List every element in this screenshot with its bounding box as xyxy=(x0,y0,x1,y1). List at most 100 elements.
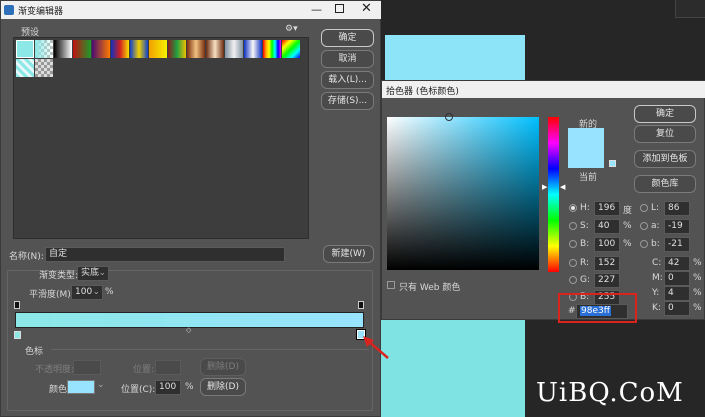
location-unit: % xyxy=(185,382,194,392)
color-picker-window: 拾色器 (色标颜色) ▶ ◀ 新的 当前 确定 复位 添加到色板 颜色库 H: … xyxy=(381,80,705,323)
delete-color-button[interactable]: 删除(D) xyxy=(200,378,246,396)
delete-opacity-button: 删除(D) xyxy=(200,358,246,376)
canvas-bottom-swatch xyxy=(380,320,525,417)
watermark: UiBQ.CoM xyxy=(536,378,684,408)
picker-title: 拾色器 (色标颜色) xyxy=(386,87,459,97)
new-button[interactable]: 新建(W) xyxy=(323,245,374,263)
minimize-icon[interactable]: — xyxy=(311,3,322,16)
maximize-icon[interactable] xyxy=(335,4,344,13)
preset-swatch[interactable] xyxy=(206,40,224,58)
k-unit: % xyxy=(693,303,702,313)
l-input[interactable]: 86 xyxy=(664,201,690,216)
cancel-button[interactable]: 取消 xyxy=(321,50,374,68)
reset-button[interactable]: 复位 xyxy=(634,125,696,143)
r-radio[interactable] xyxy=(569,259,577,267)
opacity-location-label: 位置: xyxy=(133,365,155,375)
hex-input[interactable]: 98e3ff xyxy=(576,304,628,319)
preset-swatch[interactable] xyxy=(35,40,53,58)
load-button[interactable]: 载入(L)... xyxy=(321,71,374,89)
a-input[interactable]: -19 xyxy=(664,219,690,234)
preset-swatch[interactable] xyxy=(16,59,34,77)
preset-swatch[interactable] xyxy=(35,59,53,77)
color-stop-left[interactable] xyxy=(14,331,21,339)
preset-swatch[interactable] xyxy=(54,40,72,58)
picker-ok-button[interactable]: 确定 xyxy=(634,105,696,123)
current-color-swatch[interactable] xyxy=(568,148,604,168)
b-label: B: xyxy=(580,239,590,249)
preset-swatch[interactable] xyxy=(111,40,129,58)
lab-b-input[interactable]: -21 xyxy=(664,237,690,252)
midpoint-diamond-icon[interactable]: ◇ xyxy=(186,326,191,334)
l-radio[interactable] xyxy=(640,204,648,212)
a-radio[interactable] xyxy=(640,222,648,230)
preset-swatch[interactable] xyxy=(130,40,148,58)
h-input[interactable]: 196 xyxy=(594,201,620,216)
gradient-type-select[interactable]: 实底 ⌄ xyxy=(77,266,109,281)
lab-b-label: b: xyxy=(651,239,660,249)
preset-swatch[interactable] xyxy=(225,40,243,58)
preset-swatch[interactable] xyxy=(187,40,205,58)
s-unit: % xyxy=(623,221,632,231)
g-radio[interactable] xyxy=(569,276,577,284)
hue-arrow-left-icon[interactable]: ▶ xyxy=(542,183,547,191)
s-label: S: xyxy=(580,221,589,231)
preset-swatch[interactable] xyxy=(244,40,262,58)
location-input[interactable]: 100 xyxy=(155,380,181,395)
y-input[interactable]: 4 xyxy=(664,286,690,301)
opacity-input xyxy=(73,360,101,375)
preset-swatch[interactable] xyxy=(73,40,91,58)
color-field[interactable] xyxy=(387,113,539,270)
opacity-stop-left[interactable] xyxy=(14,301,20,309)
c-input[interactable]: 42 xyxy=(664,256,690,271)
m-input[interactable]: 0 xyxy=(664,271,690,286)
stop-color-swatch[interactable] xyxy=(67,380,95,394)
g-input[interactable]: 227 xyxy=(594,273,620,288)
gear-icon[interactable]: ⚙▾ xyxy=(285,24,298,34)
g-label: G: xyxy=(580,275,591,285)
close-icon[interactable]: ✕ xyxy=(361,1,372,16)
chevron-down-icon: ⌄ xyxy=(92,287,100,297)
preset-swatch[interactable] xyxy=(263,40,281,58)
b-radio[interactable] xyxy=(569,240,577,248)
hue-arrow-right-icon[interactable]: ◀ xyxy=(560,183,565,191)
add-to-swatches-button[interactable]: 添加到色板 xyxy=(634,150,696,168)
presets-panel xyxy=(13,37,309,239)
b-input[interactable]: 100 xyxy=(594,237,620,252)
web-only-checkbox[interactable] xyxy=(387,281,395,289)
preset-swatch[interactable] xyxy=(282,40,300,58)
current-label: 当前 xyxy=(579,173,598,183)
preset-swatch[interactable] xyxy=(149,40,167,58)
c-unit: % xyxy=(693,258,702,268)
h-unit: 度 xyxy=(623,206,633,216)
color-field-cursor[interactable] xyxy=(445,113,453,121)
y-unit: % xyxy=(693,288,702,298)
opacity-location-input xyxy=(155,360,181,375)
web-safe-cube-icon[interactable] xyxy=(609,160,616,167)
hue-slider[interactable] xyxy=(548,117,559,272)
smoothness-input[interactable]: 100 ⌄ xyxy=(71,285,103,300)
m-label: M: xyxy=(652,273,663,283)
save-button[interactable]: 存储(S)... xyxy=(321,92,374,110)
s-radio[interactable] xyxy=(569,222,577,230)
preset-swatch[interactable] xyxy=(92,40,110,58)
h-radio[interactable] xyxy=(569,204,577,212)
preset-swatch[interactable] xyxy=(168,40,186,58)
name-input[interactable]: 自定 xyxy=(45,247,285,262)
r-input[interactable]: 152 xyxy=(594,256,620,271)
b-unit: % xyxy=(623,239,632,249)
picker-title-bar: 拾色器 (色标颜色) xyxy=(382,81,705,98)
opacity-stop-right[interactable] xyxy=(358,301,364,309)
location-label: 位置(C): xyxy=(121,385,156,395)
chevron-down-icon[interactable]: ⌄ xyxy=(97,380,105,390)
canvas-corner xyxy=(675,0,705,18)
color-libraries-button[interactable]: 颜色库 xyxy=(634,175,696,193)
app-icon xyxy=(4,5,14,15)
k-input[interactable]: 0 xyxy=(664,301,690,316)
stops-label: 色标 xyxy=(25,347,44,357)
ok-button[interactable]: 确定 xyxy=(321,29,374,47)
lab-b-radio[interactable] xyxy=(640,240,648,248)
s-input[interactable]: 40 xyxy=(594,219,620,234)
r-label: R: xyxy=(580,258,590,268)
preset-swatch[interactable] xyxy=(16,40,34,58)
c-label: C: xyxy=(652,258,662,268)
